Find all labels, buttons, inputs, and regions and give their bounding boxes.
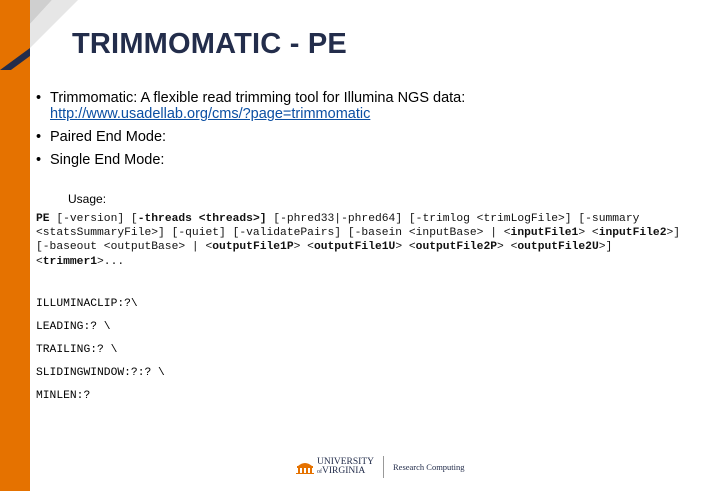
bullet-item: • Trimmomatic: A flexible read trimming … <box>36 90 696 122</box>
usage-code-block: PE [-version] [-threads <threads>] [-phr… <box>36 212 686 269</box>
wordmark-line2: VIRGINIA <box>322 465 366 476</box>
code-text: > < <box>395 241 416 254</box>
footer-divider <box>383 456 384 478</box>
bullet-item: • Single End Mode: <box>36 152 696 168</box>
code-output1p: outputFile1P <box>212 241 294 254</box>
code-text: > < <box>293 241 314 254</box>
bullet-text: Trimmomatic: A flexible read trimming to… <box>50 90 466 106</box>
code-output2u: outputFile2U <box>517 241 599 254</box>
university-wordmark: UNIVERSITY ofVIRGINIA <box>317 457 374 477</box>
bullet-dot: • <box>36 90 42 106</box>
bullet-dot: • <box>36 129 42 145</box>
code-output1u: outputFile1U <box>313 241 396 254</box>
footer-logo: UNIVERSITY ofVIRGINIA Research Computing <box>296 454 465 480</box>
bullet-dot: • <box>36 152 42 168</box>
usage-label: Usage: <box>68 192 107 206</box>
code-text: > < <box>497 241 518 254</box>
left-accent-bar <box>0 0 30 491</box>
trimming-steps: ILLUMINACLIP:?\ LEADING:? \ TRAILING:? \… <box>36 297 165 412</box>
trimmomatic-link[interactable]: http://www.usadellab.org/cms/?page=trimm… <box>50 106 370 122</box>
code-output2p: outputFile2P <box>415 241 498 254</box>
rotunda-icon <box>296 463 314 474</box>
code-text: >... <box>97 255 125 268</box>
bullet-list: • Trimmomatic: A flexible read trimming … <box>36 90 696 175</box>
bullet-text: Paired End Mode: <box>50 129 167 145</box>
step-line: TRAILING:? \ <box>36 344 118 356</box>
step-line: LEADING:? \ <box>36 321 111 333</box>
department-name: Research Computing <box>393 462 465 472</box>
code-threads: -threads <threads>] <box>137 213 267 225</box>
code-trimmer1: trimmer1 <box>42 255 98 268</box>
slide: TRIMMOMATIC - PE • Trimmomatic: A flexib… <box>0 0 720 491</box>
slide-title: TRIMMOMATIC - PE <box>72 28 347 60</box>
code-input2: inputFile2 <box>598 227 667 240</box>
step-line: MINLEN:? <box>36 390 91 402</box>
step-line: SLIDINGWINDOW:?:? \ <box>36 367 165 379</box>
bullet-text: Single End Mode: <box>50 152 165 168</box>
code-text: > < <box>578 227 599 240</box>
step-line: ILLUMINACLIP:?\ <box>36 298 138 310</box>
code-input1: inputFile1 <box>510 227 579 240</box>
bullet-item: • Paired End Mode: <box>36 129 696 145</box>
code-text: [-version] [ <box>49 213 138 225</box>
code-mode: PE <box>36 213 50 225</box>
